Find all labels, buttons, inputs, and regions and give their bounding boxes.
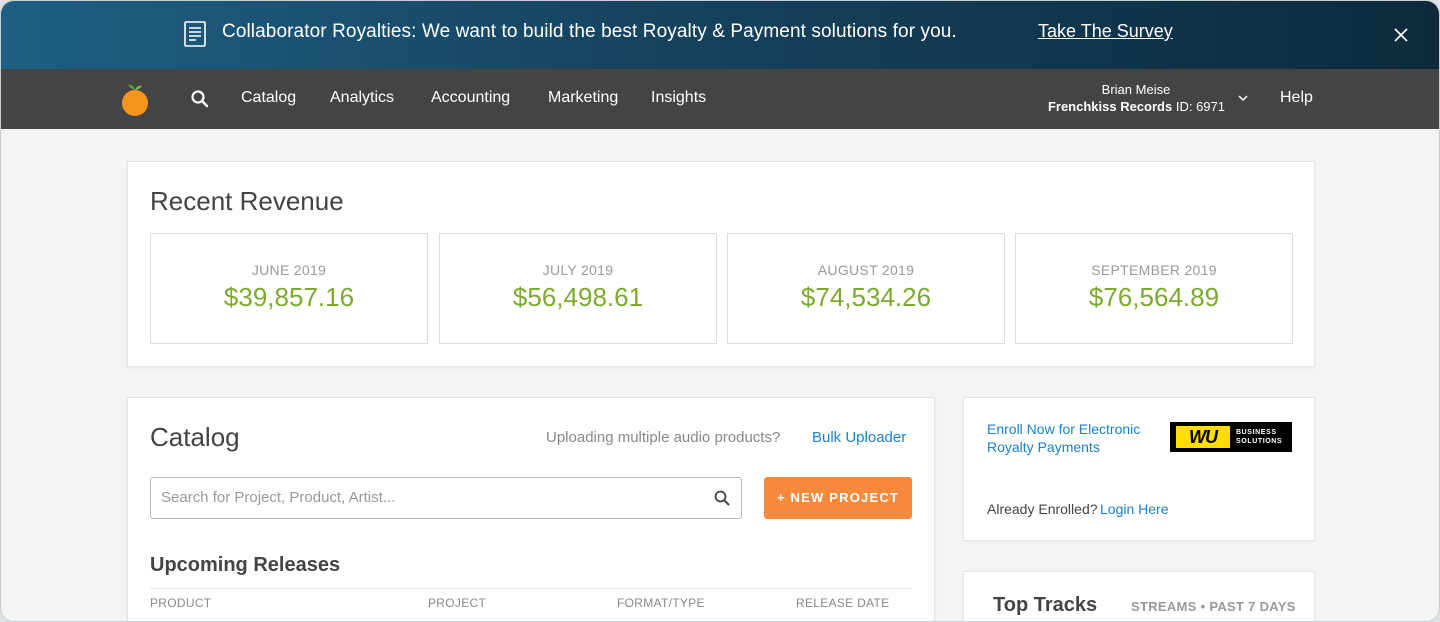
- top-tracks-subtitle: STREAMS • PAST 7 DAYS: [1131, 599, 1296, 614]
- company-name: Frenchkiss Records: [1047, 99, 1173, 114]
- search-icon[interactable]: [713, 489, 731, 507]
- revenue-amount: $76,564.89: [1088, 282, 1220, 312]
- nav-marketing[interactable]: Marketing: [548, 89, 618, 107]
- close-icon[interactable]: [1391, 25, 1411, 45]
- column-header-release-date[interactable]: RELEASE DATE: [796, 596, 889, 610]
- app-window: Collaborator Royalties: We want to build…: [0, 0, 1440, 622]
- revenue-amount: $74,534.26: [800, 282, 932, 312]
- bulk-uploader-link[interactable]: Bulk Uploader: [812, 429, 906, 446]
- document-icon: [184, 21, 206, 47]
- revenue-month-card: JULY 2019 $56,498.61: [439, 233, 717, 344]
- catalog-card: Catalog Uploading multiple audio product…: [127, 397, 935, 621]
- nav-insights[interactable]: Insights: [651, 89, 706, 107]
- survey-banner: Collaborator Royalties: We want to build…: [1, 1, 1439, 69]
- user-name[interactable]: Brian Meise: [1041, 82, 1231, 97]
- recent-revenue-card: Recent Revenue JUNE 2019 $39,857.16 JULY…: [127, 161, 1315, 367]
- table-divider: [150, 588, 912, 589]
- nav-accounting[interactable]: Accounting: [431, 89, 510, 107]
- catalog-search-input[interactable]: [161, 489, 701, 506]
- column-header-product[interactable]: PRODUCT: [150, 596, 211, 610]
- upcoming-releases-title: Upcoming Releases: [150, 554, 341, 576]
- revenue-amount: $56,498.61: [512, 282, 644, 312]
- wu-logo-mark: WU: [1176, 426, 1230, 448]
- revenue-amount: $39,857.16: [223, 282, 355, 312]
- revenue-month-label: JULY 2019: [542, 262, 614, 278]
- revenue-month-card: JUNE 2019 $39,857.16: [150, 233, 428, 344]
- western-union-logo: WU BUSINESS SOLUTIONS: [1170, 422, 1292, 452]
- wu-logo-subtitle: BUSINESS SOLUTIONS: [1236, 429, 1283, 445]
- top-tracks-card: Top Tracks STREAMS • PAST 7 DAYS: [963, 571, 1315, 621]
- nav-catalog[interactable]: Catalog: [241, 89, 296, 107]
- catalog-search: [150, 477, 742, 519]
- take-survey-link[interactable]: Take The Survey: [1038, 21, 1173, 42]
- top-tracks-title: Top Tracks: [993, 594, 1098, 616]
- revenue-month-label: AUGUST 2019: [817, 262, 915, 278]
- new-project-button[interactable]: + NEW PROJECT: [764, 477, 912, 519]
- bulk-upload-prompt: Uploading multiple audio products?: [546, 429, 781, 446]
- top-nav: Catalog Analytics Accounting Marketing I…: [1, 69, 1439, 129]
- nav-help[interactable]: Help: [1280, 89, 1313, 107]
- revenue-month-label: JUNE 2019: [251, 262, 327, 278]
- already-enrolled-text: Already Enrolled?: [987, 501, 1098, 517]
- search-icon[interactable]: [190, 89, 210, 109]
- catalog-title: Catalog: [150, 422, 240, 452]
- user-account[interactable]: Frenchkiss Records ID: 6971: [1021, 99, 1225, 114]
- revenue-month-card: SEPTEMBER 2019 $76,564.89: [1015, 233, 1293, 344]
- western-union-card: Enroll Now for Electronic Royalty Paymen…: [963, 397, 1315, 541]
- account-id: ID: 6971: [1175, 99, 1225, 114]
- chevron-down-icon[interactable]: [1237, 93, 1249, 103]
- banner-message: Collaborator Royalties: We want to build…: [222, 21, 957, 42]
- column-header-format[interactable]: FORMAT/TYPE: [617, 596, 705, 610]
- orange-logo[interactable]: [120, 81, 150, 117]
- revenue-month-label: SEPTEMBER 2019: [1091, 262, 1217, 278]
- enroll-link[interactable]: Enroll Now for Electronic Royalty Paymen…: [987, 420, 1157, 456]
- login-link[interactable]: Login Here: [1100, 501, 1169, 517]
- revenue-month-card: AUGUST 2019 $74,534.26: [727, 233, 1005, 344]
- column-header-project[interactable]: PROJECT: [428, 596, 486, 610]
- nav-analytics[interactable]: Analytics: [330, 89, 394, 107]
- recent-revenue-title: Recent Revenue: [150, 186, 344, 216]
